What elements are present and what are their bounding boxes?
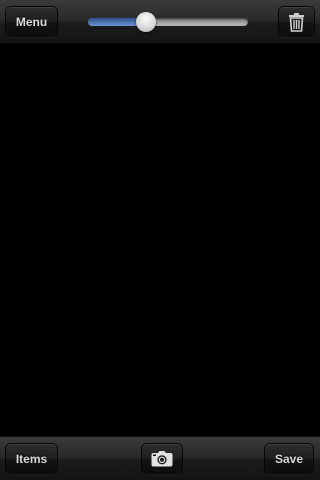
bottom-toolbar: Items Save [0, 436, 320, 480]
trash-button[interactable] [279, 7, 314, 37]
slider-track[interactable] [88, 18, 248, 26]
trash-icon [288, 12, 305, 32]
app-screen: Menu Items Save [0, 0, 320, 480]
canvas-area[interactable] [0, 44, 320, 436]
zoom-slider[interactable] [88, 12, 248, 32]
camera-icon [151, 451, 173, 467]
save-button[interactable]: Save [265, 444, 313, 474]
slider-thumb[interactable] [136, 12, 156, 32]
items-button[interactable]: Items [6, 444, 57, 474]
top-toolbar: Menu [0, 0, 320, 44]
camera-button[interactable] [142, 444, 182, 474]
menu-button[interactable]: Menu [6, 7, 57, 37]
